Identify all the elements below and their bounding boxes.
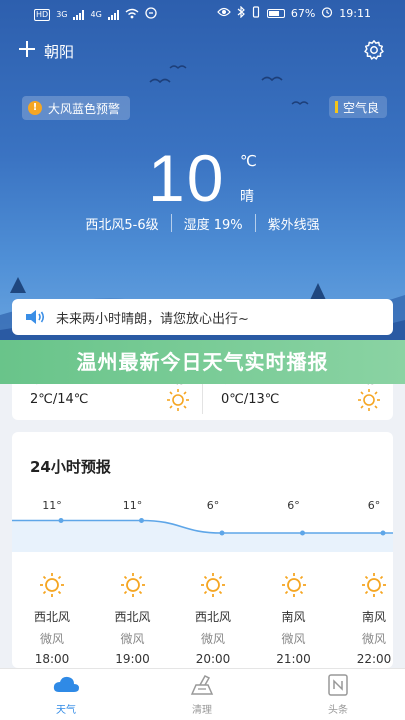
metric-divider <box>170 214 172 232</box>
sun-icon <box>103 572 163 598</box>
hourly-forecast-card: 24小时预报 11° 西北风微风 18:00 11° 西北风微风 19:00 6° 西北风微风… <box>12 432 393 668</box>
temperature-point <box>380 530 386 536</box>
aqi-indicator <box>334 101 338 113</box>
sun-icon <box>344 572 404 598</box>
hour-wind-direction: 西北风 <box>114 610 151 624</box>
hour-wind-direction: 南风 <box>361 610 386 624</box>
weather-metrics: 西北风5-6级 湿度 19% 紫外线强 <box>0 214 405 233</box>
hour-wind-level: 微风 <box>281 632 306 646</box>
temperature-point <box>139 518 144 523</box>
sun-icon <box>358 389 380 411</box>
signal-icon <box>73 9 85 20</box>
hour-wind-direction: 西北风 <box>33 610 70 624</box>
hour-temperature: 11° <box>122 499 143 512</box>
metric-divider <box>254 214 256 232</box>
speaker-icon <box>26 310 45 324</box>
hour-temperature: 6° <box>367 499 381 512</box>
warning-icon: ! <box>28 101 42 115</box>
hour-temperature: 11° <box>42 499 62 512</box>
temperature-unit: ℃ <box>240 152 257 170</box>
tab-label: 天气 <box>56 705 76 716</box>
air-quality-pill[interactable]: 空气良 <box>328 96 387 118</box>
alarm-icon <box>321 6 333 21</box>
hour-time: 21:00 <box>276 652 311 666</box>
two-hour-notice[interactable]: 未来两小时晴朗，请您放心出行~ <box>12 299 393 335</box>
sun-icon <box>22 572 82 598</box>
hour-time: 22:00 <box>356 652 392 666</box>
network-b-label: 4G <box>90 10 102 19</box>
bluetooth-icon <box>237 5 245 21</box>
hour-time: 18:00 <box>34 652 70 666</box>
clock-time: 19:11 <box>339 7 371 20</box>
hour-wind-level: 微风 <box>361 632 386 646</box>
add-city-icon[interactable] <box>18 40 36 58</box>
humidity-info: 湿度 19% <box>183 218 243 233</box>
hour-time: 19:00 <box>115 652 150 666</box>
temperature-area <box>12 520 393 552</box>
city-name[interactable]: 朝阳 <box>44 41 74 62</box>
sun-icon <box>167 389 189 411</box>
warning-text: 大风蓝色预警 <box>48 101 121 116</box>
notification-icon <box>145 7 157 22</box>
vibrate-icon <box>251 6 261 21</box>
tab-weather[interactable]: 天气 <box>26 673 106 716</box>
tab-label: 清理 <box>192 705 212 716</box>
status-bar: HD 3G 4G 67% 19:11 <box>0 0 405 26</box>
forecast-title: 24小时预报 <box>30 458 111 476</box>
hour-temperature: 6° <box>206 499 220 512</box>
tab-clean[interactable]: 清理 <box>162 673 242 716</box>
weather-hero: HD 3G 4G 67% 19:11 朝阳 ! 大风蓝色预警 空气良 10 ℃ … <box>0 0 405 345</box>
hour-wind-direction: 西北风 <box>194 610 231 624</box>
current-temperature: 10 <box>148 141 226 215</box>
notice-text: 未来两小时晴朗，请您放心出行~ <box>56 311 249 327</box>
hour-wind-level: 微风 <box>39 632 64 646</box>
headline-banner[interactable]: 温州最新今日天气实时播报 <box>0 340 405 384</box>
wind-info: 西北风5-6级 <box>85 218 159 233</box>
wind-warning-pill[interactable]: ! 大风蓝色预警 <box>22 96 131 120</box>
sun-icon <box>264 572 324 598</box>
hour-time: 20:00 <box>195 652 231 666</box>
gear-icon[interactable] <box>363 39 385 61</box>
sun-icon <box>183 572 243 598</box>
network-a-label: 3G <box>56 10 68 19</box>
uv-info: 紫外线强 <box>267 218 320 233</box>
news-icon <box>328 674 348 696</box>
temperature-point <box>58 518 64 523</box>
wifi-icon <box>125 8 139 22</box>
hour-wind-level: 微风 <box>120 632 145 646</box>
cloud-icon <box>53 676 79 692</box>
signal-icon <box>107 9 119 20</box>
tab-headlines[interactable]: 头条 <box>298 673 378 716</box>
broom-icon <box>190 675 214 695</box>
current-condition: 晴 <box>240 189 254 205</box>
hour-wind-direction: 南风 <box>281 610 306 624</box>
hour-wind-level: 微风 <box>200 632 225 646</box>
battery-icon <box>266 9 285 18</box>
temperature-point <box>300 530 305 536</box>
temperature-point <box>219 530 225 536</box>
hd-badge: HD <box>34 8 51 21</box>
aqi-text: 空气良 <box>342 100 379 115</box>
battery-percent: 67% <box>290 7 316 20</box>
day-temperature-range: 2℃/14℃ <box>30 392 89 407</box>
bottom-tab-bar: 天气 清理 头条 <box>0 668 405 720</box>
hour-temperature: 6° <box>287 499 300 512</box>
tab-label: 头条 <box>328 705 348 716</box>
day-temperature-range: 0℃/13℃ <box>221 392 280 407</box>
eye-icon <box>217 7 231 20</box>
